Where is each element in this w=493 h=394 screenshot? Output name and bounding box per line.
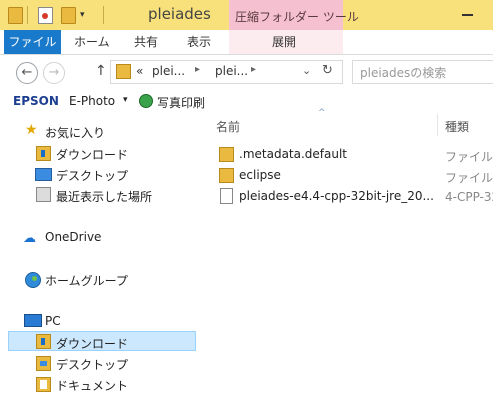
folder-icon [116, 64, 131, 79]
nav-pc[interactable]: PC [45, 314, 61, 328]
file-row-name[interactable]: eclipse [239, 168, 281, 182]
minimize-button[interactable] [462, 14, 473, 16]
nav-item-pc-documents[interactable]: ドキュメント [56, 377, 128, 394]
folder-icon[interactable] [8, 7, 23, 24]
folder-icon [219, 168, 234, 183]
homegroup-icon [25, 272, 41, 288]
file-row-type: 4-CPP-32 [445, 190, 493, 204]
file-row-type: ファイル フ [445, 150, 493, 164]
separator [103, 6, 104, 24]
file-row-type: ファイル フ [445, 171, 493, 185]
qat-dropdown-icon[interactable]: ▾ [80, 10, 85, 20]
nav-item-desktop[interactable]: デスクトップ [56, 167, 128, 184]
recent-places-icon [36, 187, 51, 202]
file-icon [220, 188, 233, 204]
epson-logo: EPSON [13, 94, 59, 108]
separator [27, 6, 28, 24]
tab-view[interactable]: 表示 [187, 30, 211, 54]
star-icon: ★ [25, 122, 38, 138]
tab-extract[interactable]: 展開 [272, 30, 296, 54]
new-folder-icon[interactable] [61, 7, 76, 24]
pc-icon [24, 314, 42, 327]
file-row-name[interactable]: .metadata.default [239, 147, 347, 161]
breadcrumb-overflow[interactable]: « [136, 64, 143, 78]
column-header-name[interactable]: 名前 [216, 118, 240, 135]
file-row-name[interactable]: pleiades-e4.4-cpp-32bit-jre_20... [239, 189, 434, 203]
nav-item-downloads[interactable]: ダウンロード [56, 146, 128, 163]
folder-icon [219, 147, 234, 162]
photo-print-icon[interactable] [139, 94, 153, 108]
photo-print-button[interactable]: 写真印刷 [157, 94, 205, 111]
tab-home[interactable]: ホーム [74, 30, 110, 54]
nav-item-pc-downloads[interactable]: ダウンロード [56, 335, 128, 352]
breadcrumb-item[interactable]: plei... [215, 64, 248, 78]
cloud-icon: ☁ [23, 231, 36, 246]
desktop-folder-icon [36, 356, 51, 371]
chevron-right-icon[interactable]: ▸ [251, 64, 256, 75]
nav-item-pc-desktop[interactable]: デスクトップ [56, 356, 128, 373]
tab-file[interactable]: ファイル [4, 30, 61, 54]
tab-share[interactable]: 共有 [134, 30, 158, 54]
chevron-right-icon[interactable]: ▸ [195, 64, 200, 75]
up-arrow-icon[interactable]: ↑ [95, 63, 107, 79]
nav-onedrive[interactable]: OneDrive [45, 230, 101, 244]
refresh-icon[interactable]: ↻ [322, 63, 333, 78]
column-header-type[interactable]: 種類 [445, 118, 469, 135]
chevron-down-icon[interactable]: ▾ [123, 95, 128, 105]
column-divider[interactable] [437, 114, 438, 136]
sort-arrow-icon: ^ [318, 108, 326, 118]
search-placeholder: pleiadesの検索 [360, 66, 447, 80]
breadcrumb-item[interactable]: plei... [152, 64, 185, 78]
properties-icon[interactable] [38, 7, 53, 24]
nav-item-recent-places[interactable]: 最近表示した場所 [56, 188, 152, 205]
desktop-icon [35, 168, 52, 181]
documents-folder-icon [36, 377, 51, 392]
download-folder-icon [36, 146, 51, 161]
nav-homegroup[interactable]: ホームグループ [45, 272, 128, 289]
window-title: pleiades [148, 5, 211, 23]
nav-favorites[interactable]: お気に入り [45, 124, 105, 141]
chevron-down-icon[interactable]: ⌄ [302, 64, 311, 77]
back-icon[interactable]: ← [16, 62, 38, 84]
download-folder-icon [36, 334, 51, 349]
forward-icon[interactable]: → [43, 62, 65, 84]
context-group-label: 圧縮フォルダー ツール [235, 10, 359, 24]
e-photo-menu[interactable]: E-Photo [69, 94, 115, 108]
